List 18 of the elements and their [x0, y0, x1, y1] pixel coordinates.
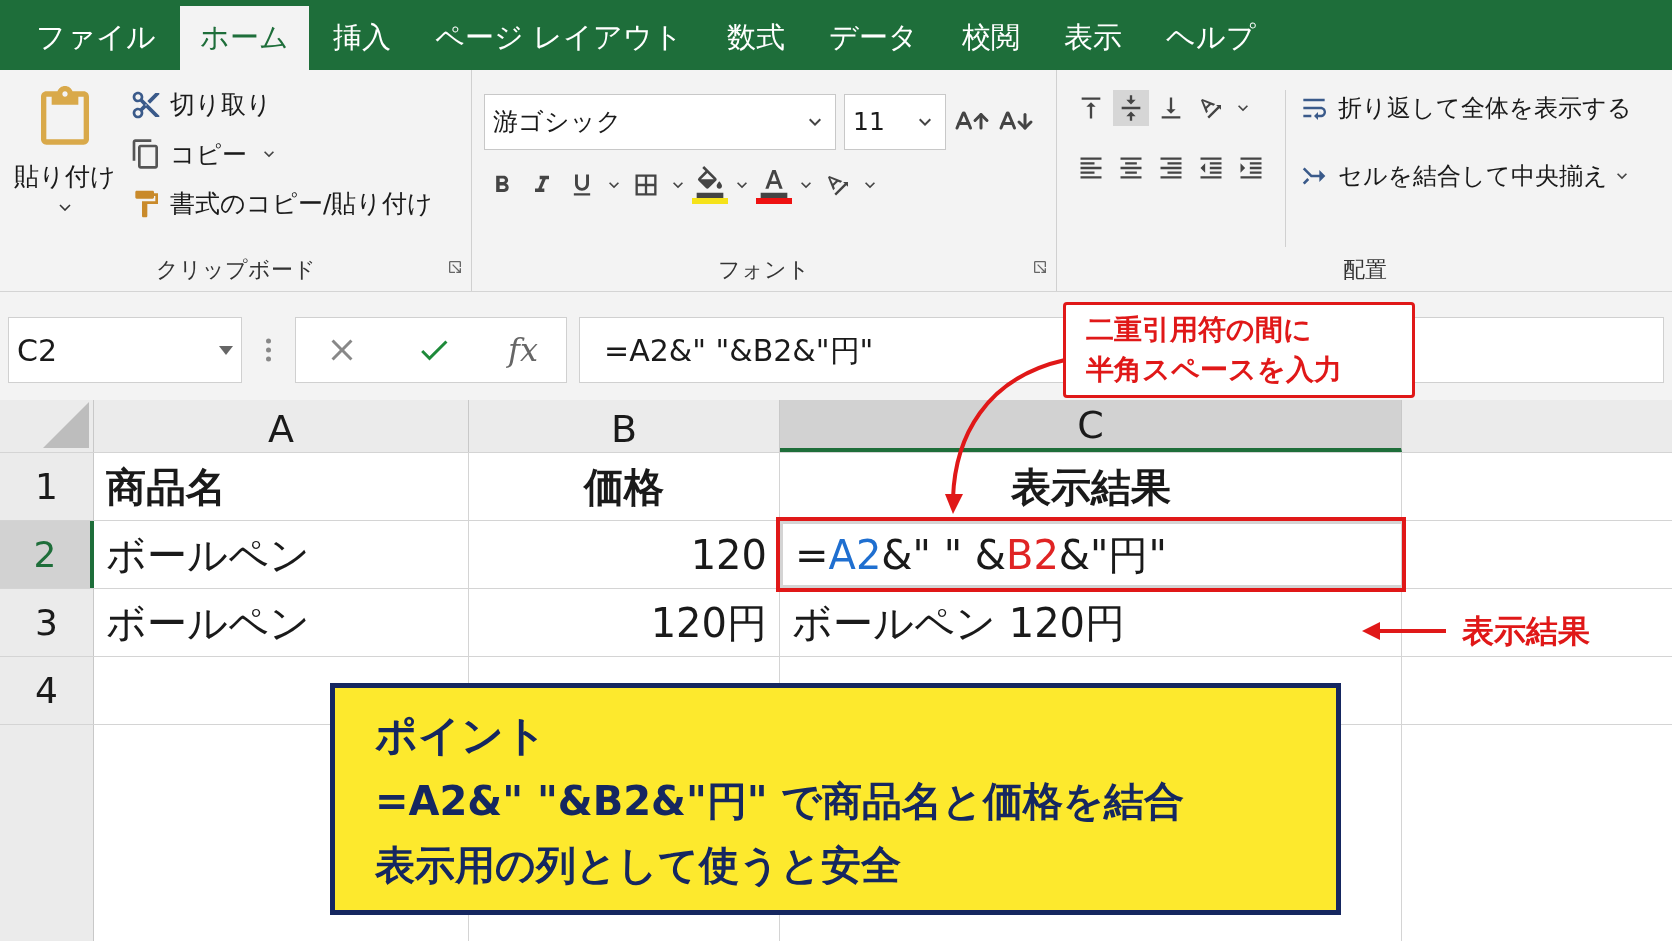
cell-value: ボールペン	[106, 534, 310, 575]
cell-value: 120円	[650, 602, 767, 643]
group-label: 配置	[1342, 255, 1387, 284]
header-cell-text: 表示結果	[1010, 466, 1171, 507]
cell-value: 120	[690, 534, 767, 575]
point-title: ポイント	[375, 709, 548, 762]
header-cell-text: 商品名	[106, 466, 226, 507]
cell-value: ボールペン 120円	[792, 602, 1126, 643]
group-label: クリップボード	[155, 255, 316, 284]
cell-formula: =A2&" " &B2&"円"	[795, 534, 1167, 575]
result-label: 表示結果	[1462, 611, 1590, 652]
header-cell-text: 価格	[584, 466, 664, 507]
point-text: 表示用の列として使うと安全	[375, 840, 902, 890]
callout-text: 二重引用符の間に	[1086, 312, 1313, 348]
cell-value: ボールペン	[106, 602, 310, 643]
group-label: フォント	[718, 255, 810, 284]
callout-text: 半角スペースを入力	[1086, 352, 1343, 388]
point-text: =A2&" "&B2&"円" で商品名と価格を結合	[375, 776, 1186, 826]
